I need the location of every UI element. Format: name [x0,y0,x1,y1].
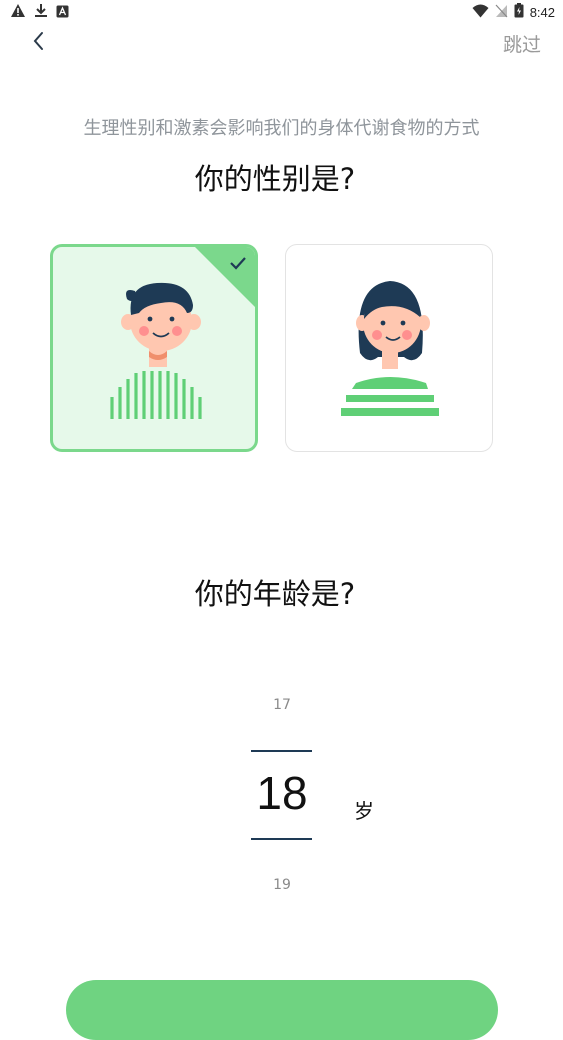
wifi-icon [472,3,489,22]
gender-option-male[interactable] [50,244,258,452]
chevron-left-icon [26,32,52,58]
download-icon [34,3,48,22]
male-avatar-icon [53,247,255,449]
gender-subtitle: 生理性别和激素会影响我们的身体代谢食物的方式 [83,118,480,139]
age-option-previous[interactable]: 17 [252,697,312,713]
age-unit-label: 岁 [354,799,374,823]
status-bar: 8:42 [0,0,563,24]
next-button[interactable] [66,980,498,1040]
age-option-selected[interactable]: 18 [246,766,318,820]
status-time: 8:42 [529,5,555,20]
age-option-next[interactable]: 19 [252,877,312,893]
warning-icon [10,3,26,22]
battery-icon [514,3,524,22]
back-button[interactable] [26,28,52,54]
female-avatar-icon [286,245,492,451]
picker-divider-bottom [251,838,312,840]
gender-question: 你的性别是? [194,162,356,196]
app-notification-icon [56,3,69,22]
age-question: 你的年龄是? [194,577,356,611]
skip-button[interactable]: 跳过 [503,30,541,57]
gender-option-female[interactable] [285,244,493,452]
picker-divider-top [251,750,312,752]
no-sim-icon [495,3,508,22]
